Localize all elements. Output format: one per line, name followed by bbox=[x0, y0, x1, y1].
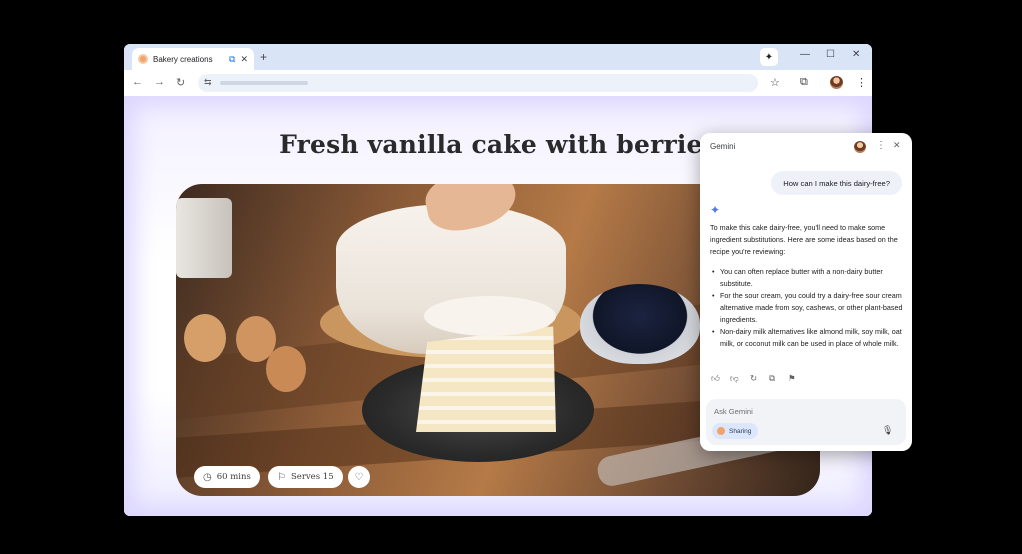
extensions-icon[interactable]: ⧉ bbox=[800, 76, 808, 89]
thumbs-up-icon[interactable]: 👍︎ bbox=[711, 373, 720, 384]
servings-icon: ⚐ bbox=[277, 471, 286, 483]
clock-icon: ◷ bbox=[203, 471, 212, 483]
thumbs-down-icon[interactable]: 👎︎ bbox=[730, 373, 739, 384]
blueberry-bowl bbox=[580, 284, 700, 364]
gemini-spark-icon: ✦ bbox=[710, 203, 721, 217]
microphone-icon[interactable]: 🎙︎ bbox=[882, 425, 893, 436]
mug bbox=[176, 198, 232, 278]
shared-tab-icon bbox=[717, 427, 725, 435]
tab-title: Bakery creations bbox=[153, 54, 213, 64]
window-close-icon[interactable]: ✕ bbox=[852, 49, 860, 60]
tab-strip: Bakery creations ⧉ ✕ + ✦ — ☐ ✕ bbox=[124, 44, 872, 70]
gemini-header: Gemini ⋮ ✕ bbox=[700, 133, 912, 161]
gemini-sparkle-icon[interactable]: ✦ bbox=[760, 48, 778, 66]
favorite-heart-icon[interactable]: ♡ bbox=[348, 466, 370, 488]
share-tab-icon[interactable]: ⧉ bbox=[229, 54, 235, 65]
servings-chip[interactable]: ⚐ Serves 15 bbox=[268, 466, 343, 488]
response-bullet: You can often replace butter with a non-… bbox=[710, 266, 906, 290]
menu-kebab-icon[interactable]: ⋮ bbox=[856, 76, 867, 89]
servings-label: Serves 15 bbox=[290, 472, 334, 482]
flag-icon[interactable]: ⚑ bbox=[788, 373, 796, 384]
sharing-label: Sharing bbox=[729, 427, 752, 435]
gemini-response: To make this cake dairy-free, you'll nee… bbox=[710, 222, 906, 350]
more-options-icon[interactable]: ⋮ bbox=[876, 140, 886, 151]
gemini-title: Gemini bbox=[710, 142, 736, 151]
tab-bakery-creations[interactable]: Bakery creations ⧉ ✕ bbox=[132, 48, 254, 70]
maximize-icon[interactable]: ☐ bbox=[826, 49, 835, 60]
gemini-side-panel: Gemini ⋮ ✕ How can I make this dairy-fre… bbox=[700, 133, 912, 451]
url-text bbox=[220, 81, 308, 85]
gemini-input[interactable]: Ask Gemini Sharing 🎙︎ bbox=[706, 399, 906, 445]
forward-arrow-icon[interactable]: → bbox=[154, 76, 165, 88]
back-arrow-icon[interactable]: ← bbox=[132, 76, 143, 88]
avatar[interactable] bbox=[854, 141, 866, 153]
response-intro: To make this cake dairy-free, you'll nee… bbox=[710, 223, 898, 256]
reload-icon[interactable]: ↻ bbox=[176, 76, 185, 89]
address-bar[interactable]: ⇆ bbox=[198, 74, 758, 92]
response-bullet: For the sour cream, you could try a dair… bbox=[710, 290, 906, 326]
sharing-chip[interactable]: Sharing bbox=[712, 423, 759, 439]
browser-toolbar: ← → ↻ ⇆ ☆ ⧉ ⋮ bbox=[124, 70, 872, 96]
user-message: How can I make this dairy-free? bbox=[771, 171, 902, 195]
minimize-icon[interactable]: — bbox=[800, 49, 810, 60]
time-chip[interactable]: ◷ 60 mins bbox=[194, 466, 260, 488]
profile-avatar[interactable] bbox=[830, 76, 843, 89]
time-label: 60 mins bbox=[216, 472, 251, 482]
site-controls-icon[interactable]: ⇆ bbox=[204, 77, 212, 88]
cake-favicon-icon bbox=[138, 54, 148, 64]
response-list: You can often replace butter with a non-… bbox=[710, 266, 906, 350]
egg bbox=[266, 346, 306, 392]
regenerate-icon[interactable]: ↻ bbox=[750, 373, 757, 384]
close-icon[interactable]: ✕ bbox=[893, 140, 901, 151]
bookmark-star-icon[interactable]: ☆ bbox=[770, 76, 780, 89]
copy-icon[interactable]: ⧉ bbox=[769, 373, 775, 384]
egg bbox=[184, 314, 226, 362]
input-placeholder: Ask Gemini bbox=[714, 407, 753, 416]
response-bullet: Non-dairy milk alternatives like almond … bbox=[710, 326, 906, 350]
close-tab-icon[interactable]: ✕ bbox=[240, 54, 248, 65]
new-tab-button[interactable]: + bbox=[260, 50, 267, 64]
cream-topping bbox=[424, 296, 556, 336]
